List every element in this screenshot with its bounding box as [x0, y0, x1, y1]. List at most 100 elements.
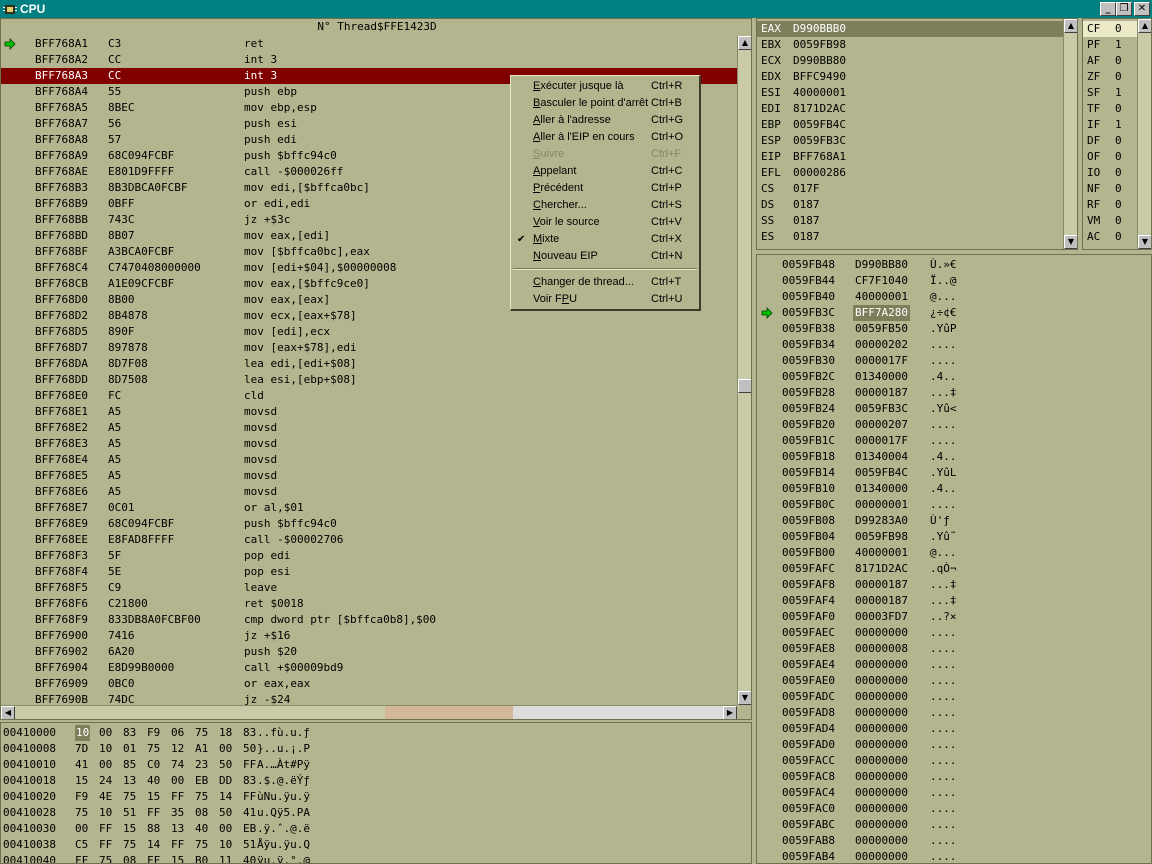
disasm-row[interactable]: BFF768D7 897878 mov [eax+$78],edi [1, 340, 737, 356]
register-row[interactable]: ECX D990BB80 [757, 53, 1063, 69]
stack-row[interactable]: 0059FAF8 00000187 ...‡ [757, 577, 1151, 593]
dump-byte[interactable]: 74 [171, 757, 184, 773]
disasm-row[interactable]: BFF768F3 5F pop edi [1, 548, 737, 564]
dump-byte[interactable]: 75 [75, 805, 88, 821]
stack-value[interactable]: 00000000 [855, 769, 908, 785]
stack-value[interactable]: 00000000 [855, 817, 908, 833]
flag-value[interactable]: 0 [1115, 149, 1122, 165]
stack-value[interactable]: 40000001 [855, 545, 908, 561]
dump-byte[interactable]: 83 [243, 725, 256, 741]
disasm-row[interactable]: BFF76902 6A20 push $20 [1, 644, 737, 660]
register-row[interactable]: ES 0187 [757, 229, 1063, 245]
restore-button[interactable]: ❐ [1116, 2, 1132, 16]
context-menu-item[interactable]: Nouveau EIP Ctrl+N [511, 248, 699, 265]
dump-byte[interactable]: 14 [219, 789, 232, 805]
minimize-button[interactable]: _ [1100, 2, 1116, 16]
register-row[interactable]: CS 017F [757, 181, 1063, 197]
stack-value[interactable]: CF7F1040 [855, 273, 908, 289]
dump-byte[interactable]: FF [75, 853, 88, 863]
dump-byte[interactable]: 01 [123, 741, 136, 757]
dump-row[interactable]: 00410018 15 24 13 40 00 EB DD 83 .$.@.ëÝƒ [1, 773, 751, 789]
context-menu-item[interactable]: Aller à l'adresse Ctrl+G [511, 112, 699, 129]
dump-byte[interactable]: 75 [99, 853, 112, 863]
dump-byte[interactable]: FF [243, 789, 256, 805]
register-value[interactable]: BFF768A1 [793, 149, 846, 165]
register-value[interactable]: 00000286 [793, 165, 846, 181]
register-value[interactable]: 0187 [793, 229, 820, 245]
register-value[interactable]: BFFC9490 [793, 69, 846, 85]
dump-byte[interactable]: 15 [171, 853, 184, 863]
dump-byte[interactable]: 40 [147, 773, 160, 789]
context-menu-item[interactable]: Chercher... Ctrl+S [511, 197, 699, 214]
stack-value[interactable]: 00000000 [855, 673, 908, 689]
stack-row[interactable]: 0059FB04 0059FB98 .Yû˜ [757, 529, 1151, 545]
stack-value[interactable]: 00000000 [855, 689, 908, 705]
dump-byte[interactable]: FF [99, 821, 112, 837]
stack-value[interactable]: 01340004 [855, 449, 908, 465]
register-value[interactable]: 40000001 [793, 85, 846, 101]
disasm-hscroll-thumb[interactable] [385, 706, 513, 719]
register-row[interactable]: EIP BFF768A1 [757, 149, 1063, 165]
dump-byte[interactable]: 13 [123, 773, 136, 789]
dump-byte[interactable]: DD [219, 773, 232, 789]
dump-byte[interactable]: 06 [171, 725, 184, 741]
stack-row[interactable]: 0059FB14 0059FB4C .YûL [757, 465, 1151, 481]
registers-scrollbar[interactable]: ▲ ▼ [1063, 19, 1077, 249]
stack-row[interactable]: 0059FAD8 00000000.... [757, 705, 1151, 721]
dump-byte[interactable]: FF [243, 757, 256, 773]
disasm-row[interactable]: BFF768F4 5E pop esi [1, 564, 737, 580]
flag-value[interactable]: 0 [1115, 165, 1122, 181]
stack-row[interactable]: 0059FB38 0059FB50 .YûP [757, 321, 1151, 337]
stack-value[interactable]: 0059FB50 [855, 321, 908, 337]
context-menu-item[interactable]: Changer de thread... Ctrl+T [511, 274, 699, 291]
flag-row[interactable]: OF 0 [1083, 149, 1137, 165]
stack-row[interactable]: 0059FAF0 00003FD7 ..?× [757, 609, 1151, 625]
scroll-up-button[interactable]: ▲ [738, 36, 751, 50]
flag-row[interactable]: SF 1 [1083, 85, 1137, 101]
stack-value[interactable]: 00000000 [855, 721, 908, 737]
dump-byte[interactable]: 51 [123, 805, 136, 821]
stack-value[interactable]: 00003FD7 [855, 609, 908, 625]
close-button[interactable]: ✕ [1134, 2, 1150, 16]
dump-byte[interactable]: 13 [171, 821, 184, 837]
dump-byte[interactable]: 24 [99, 773, 112, 789]
flag-row[interactable]: NF 0 [1083, 181, 1137, 197]
register-row[interactable]: EFL 00000286 [757, 165, 1063, 181]
register-value[interactable]: 0187 [793, 197, 820, 213]
dump-byte[interactable]: 00 [219, 821, 232, 837]
stack-value[interactable]: 00000000 [855, 801, 908, 817]
disasm-row[interactable]: BFF76904 E8D99B0000 call +$00009bd9 [1, 660, 737, 676]
disasm-row[interactable]: BFF768D5 890F mov [edi],ecx [1, 324, 737, 340]
dump-byte[interactable]: C0 [147, 757, 160, 773]
disasm-row[interactable]: BFF768F9 833DB8A0FCBF00 cmp dword ptr [$bf… [1, 612, 737, 628]
stack-pane[interactable]: 0059FB48 D990BB80 Ù.»€ 0059FB44 CF7F1040 Ï..@… [756, 254, 1152, 864]
stack-value[interactable]: 40000001 [855, 289, 908, 305]
dump-byte[interactable]: C5 [75, 837, 88, 853]
context-menu[interactable]: Exécuter jusque là Ctrl+R Basculer le poin… [510, 75, 701, 311]
dump-byte[interactable]: 08 [195, 805, 208, 821]
disasm-row[interactable]: BFF768E3 A5 movsd [1, 436, 737, 452]
flag-value[interactable]: 0 [1115, 229, 1122, 245]
disasm-row[interactable]: BFF768DA 8D7F08 lea edi,[edi+$08] [1, 356, 737, 372]
disasm-row[interactable]: BFF768F5 C9 leave [1, 580, 737, 596]
flag-value[interactable]: 0 [1115, 53, 1122, 69]
flags-scrollbar[interactable]: ▲ ▼ [1137, 19, 1151, 249]
context-menu-item[interactable]: ✔ Mixte Ctrl+X [511, 231, 699, 248]
stack-row[interactable]: 0059FAD4 00000000.... [757, 721, 1151, 737]
stack-row[interactable]: 0059FB00 40000001 @... [757, 545, 1151, 561]
dump-byte[interactable]: 50 [243, 741, 256, 757]
dump-byte[interactable]: 51 [243, 837, 256, 853]
stack-value[interactable]: 0059FB4C [855, 465, 908, 481]
flag-row[interactable]: AF 0 [1083, 53, 1137, 69]
dump-byte[interactable]: 18 [219, 725, 232, 741]
disasm-row[interactable]: BFF768A1 C3 ret [1, 36, 737, 52]
disasm-row[interactable]: BFF768E4 A5 movsd [1, 452, 737, 468]
stack-row[interactable]: 0059FB10 01340000 .4.. [757, 481, 1151, 497]
dump-byte[interactable]: 10 [75, 725, 91, 741]
stack-row[interactable]: 0059FAB8 00000000.... [757, 833, 1151, 849]
stack-row[interactable]: 0059FAE0 00000000.... [757, 673, 1151, 689]
dump-byte[interactable]: FF [171, 789, 184, 805]
dump-byte[interactable]: 15 [147, 789, 160, 805]
register-row[interactable]: EDI 8171D2AC [757, 101, 1063, 117]
register-row[interactable]: ESP 0059FB3C [757, 133, 1063, 149]
